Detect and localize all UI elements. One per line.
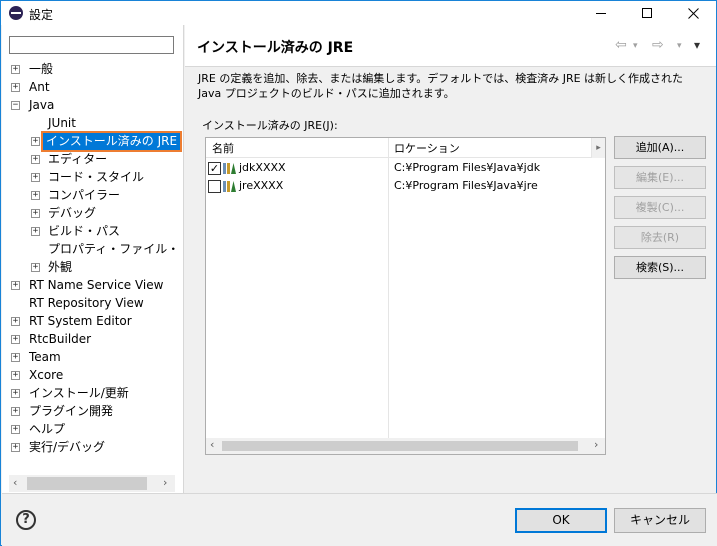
column-header-name[interactable]: 名前	[212, 140, 234, 156]
tree-item-label: プロパティ・ファイル・エディタ・	[48, 242, 178, 256]
ok-button[interactable]: OK	[515, 508, 607, 533]
jre-location: C:¥Program Files¥Java¥jdk	[394, 161, 541, 174]
add-button[interactable]: 追加(A)...	[614, 136, 706, 159]
expand-icon[interactable]: +	[11, 425, 20, 434]
table-header: 名前 ロケーション ▸	[206, 138, 605, 158]
tree-horizontal-scrollbar[interactable]: ‹ ›	[9, 475, 175, 492]
title-bar: 設定	[1, 1, 716, 25]
scroll-left-icon[interactable]: ‹	[210, 438, 214, 451]
jre-default-checkbox[interactable]	[208, 180, 221, 193]
cancel-button[interactable]: キャンセル	[614, 508, 706, 533]
page-header: インストール済みの JRE ⇦ ▾ ⇨ ▾ ▾	[185, 25, 716, 67]
scroll-right-icon[interactable]: ›	[594, 438, 598, 451]
edit-button[interactable]: 編集(E)...	[614, 166, 706, 189]
expand-icon[interactable]: +	[11, 371, 20, 380]
jre-default-checkbox[interactable]: ✓	[208, 162, 221, 175]
jre-name: jreXXXX	[239, 179, 284, 192]
expand-icon[interactable]: +	[11, 317, 20, 326]
expand-icon[interactable]: +	[31, 263, 40, 272]
tree-item-label-selected: インストール済みの JRE	[40, 131, 183, 152]
table-row[interactable]: ✓ jdkXXXX C:¥Program Files¥Java¥jdk	[206, 160, 605, 177]
tree-item-label: コード・スタイル	[48, 170, 145, 184]
jre-location: C:¥Program Files¥Java¥jre	[394, 179, 538, 192]
header-scroll-corner: ▸	[592, 138, 605, 158]
page-title: インストール済みの JRE	[197, 40, 354, 56]
close-icon	[687, 7, 699, 19]
tree-item-label: Team	[29, 350, 61, 364]
table-horizontal-scrollbar[interactable]: ‹ ›	[206, 438, 605, 454]
eclipse-icon	[9, 6, 23, 20]
tree-item-label: RtcBuilder	[29, 332, 92, 346]
filter-input[interactable]	[9, 36, 174, 54]
expand-icon[interactable]: +	[11, 281, 20, 290]
tree-item-label: Xcore	[29, 368, 64, 382]
tree-item-label: エディター	[48, 152, 108, 166]
maximize-button[interactable]	[624, 1, 670, 25]
dialog-footer: ? OK キャンセル	[2, 493, 717, 546]
jre-name: jdkXXXX	[239, 161, 286, 174]
expand-icon[interactable]: +	[11, 389, 20, 398]
window-title: 設定	[29, 8, 54, 22]
jre-library-icon	[223, 181, 236, 192]
forward-dropdown-icon[interactable]: ▾	[677, 41, 682, 51]
tree-item-label: デバッグ	[48, 206, 97, 220]
scroll-right-icon[interactable]: ›	[163, 476, 167, 489]
expand-icon[interactable]: +	[31, 173, 40, 182]
tree-item-label: JUnit	[48, 116, 76, 130]
tree-item-label: ヘルプ	[29, 422, 66, 436]
tree-item-label: RT Name Service View	[29, 278, 164, 292]
tree-item-label: Ant	[29, 80, 50, 94]
scroll-left-icon[interactable]: ‹	[13, 476, 17, 489]
help-icon[interactable]: ?	[16, 510, 36, 530]
back-arrow-icon[interactable]: ⇦	[615, 37, 627, 53]
expand-icon[interactable]: +	[31, 137, 40, 146]
expand-icon[interactable]: +	[11, 353, 20, 362]
scrollbar-thumb[interactable]	[27, 477, 147, 490]
tree-item-label: RT System Editor	[29, 314, 132, 328]
expand-icon[interactable]: +	[31, 227, 40, 236]
expand-icon[interactable]: +	[11, 443, 20, 452]
minimize-icon	[596, 12, 606, 14]
tree-item-label: ビルド・パス	[48, 224, 121, 238]
expand-icon[interactable]: +	[31, 155, 40, 164]
duplicate-button[interactable]: 複製(C)...	[614, 196, 706, 219]
tree-item-label: Java	[29, 98, 55, 112]
tree-item-label: コンパイラー	[48, 188, 121, 202]
close-button[interactable]	[670, 1, 716, 25]
expand-icon[interactable]: +	[31, 209, 40, 218]
maximize-icon	[642, 8, 652, 18]
table-row[interactable]: jreXXXX C:¥Program Files¥Java¥jre	[206, 178, 605, 195]
expand-icon[interactable]: +	[31, 191, 40, 200]
jre-table-label: インストール済みの JRE(J):	[202, 119, 338, 132]
remove-button[interactable]: 除去(R)	[614, 226, 706, 249]
tree-item-label: 外観	[48, 260, 73, 274]
tree-item-properties-editor[interactable]: プロパティ・ファイル・エディタ・	[48, 240, 178, 258]
expand-icon[interactable]: +	[11, 407, 20, 416]
expand-icon[interactable]: +	[11, 335, 20, 344]
preference-page: インストール済みの JRE ⇦ ▾ ⇨ ▾ ▾ JRE の定義を追加、除去、また…	[185, 25, 716, 493]
forward-arrow-icon[interactable]: ⇨	[652, 37, 664, 53]
back-dropdown-icon[interactable]: ▾	[633, 41, 638, 51]
column-divider[interactable]	[591, 138, 592, 158]
collapse-icon[interactable]: −	[11, 101, 20, 110]
tree-item-label: プラグイン開発	[29, 404, 114, 418]
expand-icon[interactable]: +	[11, 65, 20, 74]
preference-tree-panel: + 一般 + Ant − Java JUnit + インストール済みの JRE …	[2, 25, 184, 493]
tree-item-label: インストール/更新	[29, 386, 129, 400]
jre-library-icon	[223, 163, 236, 174]
view-menu-icon[interactable]: ▾	[694, 38, 700, 52]
jre-table[interactable]: 名前 ロケーション ▸ ✓ jdkXXXX C:¥Program Files¥J…	[205, 137, 606, 455]
tree-item-label: RT Repository View	[29, 296, 144, 310]
search-button[interactable]: 検索(S)...	[614, 256, 706, 279]
expand-icon[interactable]: +	[11, 83, 20, 92]
page-description: JRE の定義を追加、除去、または編集します。デフォルトでは、検査済み JRE …	[198, 72, 684, 100]
minimize-button[interactable]	[578, 1, 624, 25]
scrollbar-thumb[interactable]	[222, 441, 578, 451]
tree-item-label: 実行/デバッグ	[29, 440, 106, 454]
preferences-dialog: 設定 + 一般 + Ant − Java JUnit + インストール済みの J…	[0, 0, 717, 546]
tree-item-label: 一般	[29, 62, 54, 76]
column-header-location[interactable]: ロケーション	[394, 140, 460, 156]
